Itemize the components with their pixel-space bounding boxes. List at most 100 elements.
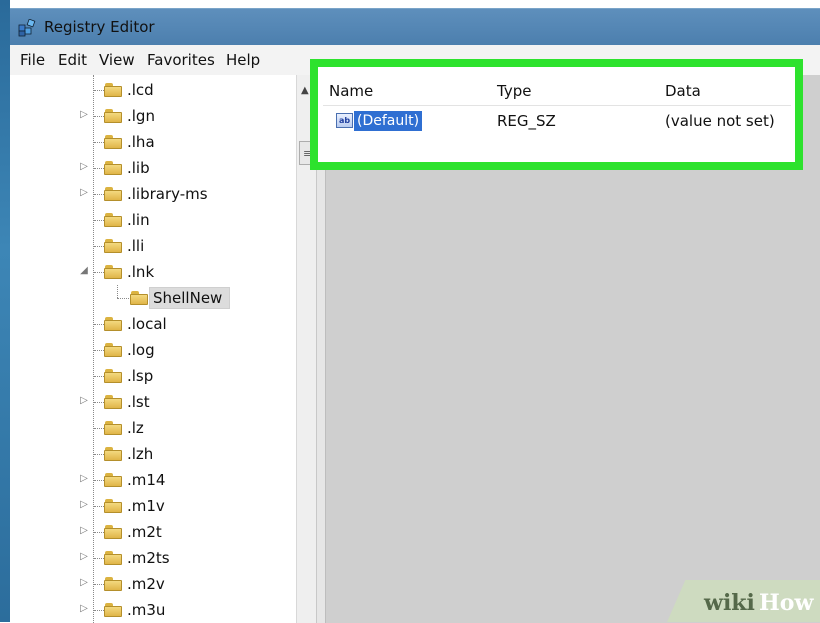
tree-item[interactable]: .lsp — [10, 363, 306, 389]
tree-item[interactable]: ▷ .m2t — [10, 519, 306, 545]
tree-item-label[interactable]: .lib — [127, 159, 150, 177]
tree-item[interactable]: .lli — [10, 233, 306, 259]
tree-item[interactable]: ▷ .m2v — [10, 571, 306, 597]
value-name-default[interactable]: (Default) — [354, 111, 423, 131]
tree-connector-line — [94, 90, 104, 91]
folder-icon — [104, 343, 122, 357]
tree-connector-line — [94, 116, 104, 117]
tree-item[interactable]: ▷ .m2ts — [10, 545, 306, 571]
expand-arrow-icon[interactable]: ▷ — [78, 577, 90, 589]
expand-arrow-icon[interactable]: ▷ — [78, 395, 90, 407]
tree-item[interactable]: ▷ .m3u — [10, 597, 306, 623]
tree-item-label[interactable]: .lnk — [127, 263, 154, 281]
tree-connector-line — [94, 246, 104, 247]
registry-editor-icon — [18, 19, 36, 37]
title-bar[interactable]: Registry Editor — [10, 9, 820, 45]
tree-item-label[interactable]: .lcd — [127, 81, 154, 99]
tree-item[interactable]: ▷ .m14 — [10, 467, 306, 493]
folder-icon — [104, 603, 122, 617]
tree-connector-line — [94, 584, 104, 585]
expand-arrow-icon[interactable]: ▷ — [78, 603, 90, 615]
menu-edit[interactable]: Edit — [58, 51, 87, 69]
expand-arrow-icon — [78, 83, 90, 95]
tree-connector-line — [94, 142, 104, 143]
tree-item[interactable]: .lin — [10, 207, 306, 233]
folder-icon — [104, 551, 122, 565]
string-value-icon: ab — [336, 113, 353, 128]
tree-item[interactable]: ▷ .lib — [10, 155, 306, 181]
column-header-name[interactable]: Name — [329, 82, 373, 100]
tree-connector-line — [94, 480, 104, 481]
folder-icon — [104, 109, 122, 123]
column-header-data[interactable]: Data — [665, 82, 701, 100]
expand-arrow-icon[interactable]: ▷ — [78, 109, 90, 121]
expand-arrow-icon — [78, 317, 90, 329]
values-list-highlight: Name Type Data ab (Default) REG_SZ (valu… — [310, 59, 803, 170]
folder-icon — [104, 187, 122, 201]
tree-item-label[interactable]: .library-ms — [127, 185, 208, 203]
expand-arrow-icon[interactable]: ▷ — [78, 187, 90, 199]
expand-arrow-icon[interactable]: ▷ — [78, 499, 90, 511]
tree-item-label[interactable]: .lgn — [127, 107, 155, 125]
column-header-type[interactable]: Type — [497, 82, 531, 100]
tree-item-label[interactable]: .m2ts — [127, 549, 170, 567]
tree-item[interactable]: .lz — [10, 415, 306, 441]
collapse-arrow-icon[interactable]: ◢ — [78, 265, 90, 277]
tree-item[interactable]: ▷ .m1v — [10, 493, 306, 519]
tree-connector-line — [94, 194, 104, 195]
tree-item-label[interactable]: .lzh — [127, 445, 153, 463]
tree-item[interactable]: .lcd — [10, 77, 306, 103]
expand-arrow-icon — [78, 447, 90, 459]
tree-item[interactable]: ▷ .lgn — [10, 103, 306, 129]
window-title: Registry Editor — [44, 18, 155, 36]
tree-item-label[interactable]: .lst — [127, 393, 150, 411]
expand-arrow-icon[interactable]: ▷ — [78, 525, 90, 537]
tree-item[interactable]: .lha — [10, 129, 306, 155]
tree-item-label[interactable]: .lin — [127, 211, 150, 229]
folder-icon — [104, 395, 122, 409]
tree-item-label[interactable]: .lha — [127, 133, 155, 151]
tree-item-label[interactable]: ShellNew — [153, 289, 222, 307]
desktop-background — [0, 0, 10, 622]
folder-icon — [104, 369, 122, 383]
tree-item[interactable]: ◢ .lnk — [10, 259, 306, 285]
tree-item-label[interactable]: .m2v — [127, 575, 165, 593]
tree-connector-line — [94, 220, 104, 221]
folder-icon — [104, 161, 122, 175]
tree-item[interactable]: .lzh — [10, 441, 306, 467]
scroll-up-arrow-icon[interactable]: ▲ — [301, 85, 309, 96]
tree-item[interactable]: ▷ .library-ms — [10, 181, 306, 207]
tree-connector-line — [117, 285, 118, 298]
tree-item-label[interactable]: .m14 — [127, 471, 165, 489]
tree-item-label[interactable]: .m3u — [127, 601, 165, 619]
menu-favorites[interactable]: Favorites — [147, 51, 215, 69]
tree-item-label[interactable]: .lsp — [127, 367, 153, 385]
tree-item[interactable]: ▷ .lst — [10, 389, 306, 415]
tree-item[interactable]: .local — [10, 311, 306, 337]
folder-icon — [104, 135, 122, 149]
folder-icon — [104, 473, 122, 487]
expand-arrow-icon[interactable]: ▷ — [78, 161, 90, 173]
tree-connector-line — [94, 376, 104, 377]
menu-view[interactable]: View — [99, 51, 135, 69]
tree-item[interactable]: .log — [10, 337, 306, 363]
key-tree[interactable]: .lcd ▷ .lgn .lha ▷ .lib ▷ .library-ms .lin .lli ◢.… — [10, 75, 306, 623]
expand-arrow-icon[interactable]: ▷ — [78, 473, 90, 485]
tree-connector-line — [94, 402, 104, 403]
menu-help[interactable]: Help — [226, 51, 260, 69]
tree-item[interactable]: ShellNew — [10, 285, 306, 311]
tree-connector-line — [94, 506, 104, 507]
tree-item-label[interactable]: .lli — [127, 237, 144, 255]
expand-arrow-icon[interactable]: ▷ — [78, 551, 90, 563]
tree-item-label[interactable]: .m1v — [127, 497, 165, 515]
value-data: (value not set) — [665, 112, 775, 130]
folder-icon — [104, 447, 122, 461]
folder-icon — [104, 499, 122, 513]
tree-connector-line — [94, 272, 104, 273]
tree-item-label[interactable]: .log — [127, 341, 155, 359]
tree-item-label[interactable]: .local — [127, 315, 167, 333]
tree-item-label[interactable]: .m2t — [127, 523, 162, 541]
tree-item-label[interactable]: .lz — [127, 419, 144, 437]
wikihow-watermark: wiki How — [667, 580, 820, 622]
menu-file[interactable]: File — [20, 51, 45, 69]
